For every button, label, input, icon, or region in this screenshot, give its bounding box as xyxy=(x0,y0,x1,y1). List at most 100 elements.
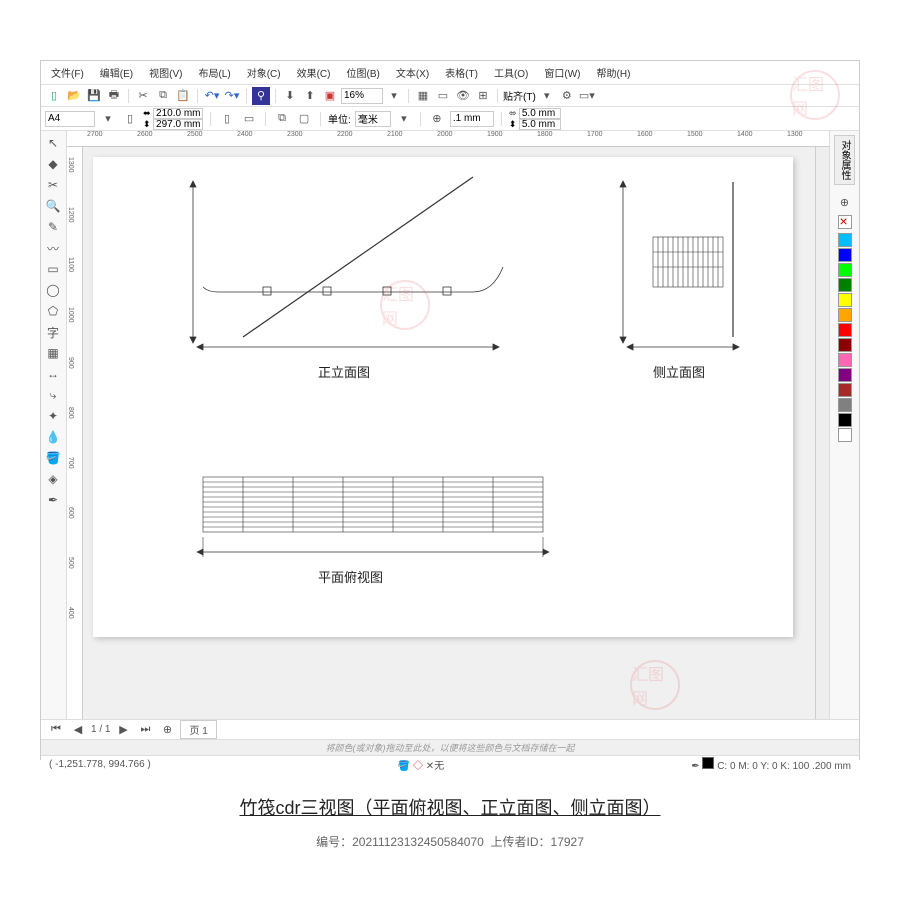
ruler-vertical[interactable]: 1300 1200 1100 1000 900 800 700 600 500 … xyxy=(67,147,83,719)
color-swatch[interactable] xyxy=(838,413,852,427)
portrait-icon[interactable]: ▯ xyxy=(121,110,139,128)
table-tool-icon[interactable]: ▦ xyxy=(43,343,63,363)
page-first-icon[interactable]: ⏮ xyxy=(47,721,65,739)
page-all-icon[interactable]: ⧉ xyxy=(273,110,291,128)
nudge-icon: ⊕ xyxy=(428,110,446,128)
page-next-icon[interactable]: ▶ xyxy=(114,721,132,739)
orient-portrait-icon[interactable]: ▯ xyxy=(218,110,236,128)
menu-layout[interactable]: 布局(L) xyxy=(194,63,234,82)
dimension-tool-icon[interactable]: ↔ xyxy=(43,364,63,384)
separator xyxy=(275,89,276,103)
color-swatch[interactable] xyxy=(838,368,852,382)
options-icon[interactable]: ⚙ xyxy=(558,87,576,105)
dupe-x-input[interactable] xyxy=(519,108,561,119)
page-last-icon[interactable]: ⏭ xyxy=(136,721,154,739)
dupe-y-input[interactable] xyxy=(519,119,561,130)
publish-icon[interactable]: ▣ xyxy=(321,87,339,105)
color-swatch[interactable] xyxy=(838,353,852,367)
side-view-label: 侧立面图 xyxy=(653,362,705,381)
ellipse-tool-icon[interactable]: ◯ xyxy=(43,280,63,300)
page-prev-icon[interactable]: ◀ xyxy=(69,721,87,739)
drawing-page[interactable]: 正立面图 侧立面图 平面俯视图 xyxy=(93,157,793,637)
nudge-input[interactable] xyxy=(450,111,494,127)
menu-effects[interactable]: 效果(C) xyxy=(293,63,335,82)
new-icon[interactable]: ▯ xyxy=(45,87,63,105)
outline-tool-icon[interactable]: ✒ xyxy=(43,490,63,510)
swatch-none[interactable]: × xyxy=(838,215,852,229)
menu-object[interactable]: 对象(C) xyxy=(243,63,285,82)
color-swatch[interactable] xyxy=(838,308,852,322)
dropdown-icon[interactable]: ▾ xyxy=(395,110,413,128)
dropdown-icon[interactable]: ▾ xyxy=(99,110,117,128)
grid-icon[interactable]: ⊞ xyxy=(474,87,492,105)
menu-tools[interactable]: 工具(O) xyxy=(490,63,532,82)
crop-tool-icon[interactable]: ✂ xyxy=(43,175,63,195)
menu-text[interactable]: 文本(X) xyxy=(392,63,433,82)
artistic-media-icon[interactable]: 〰 xyxy=(43,238,63,258)
color-swatch[interactable] xyxy=(838,338,852,352)
page-width-input[interactable] xyxy=(153,108,203,119)
eyedropper-tool-icon[interactable]: 💧 xyxy=(43,427,63,447)
canvas[interactable]: 正立面图 侧立面图 平面俯视图 xyxy=(83,147,815,719)
menu-table[interactable]: 表格(T) xyxy=(441,63,482,82)
front-view-label: 正立面图 xyxy=(318,362,370,381)
ruler-horizontal[interactable]: 2700 2600 2500 2400 2300 2200 2100 2000 … xyxy=(67,131,829,147)
page-add-icon[interactable]: ⊕ xyxy=(158,721,176,739)
effects-tool-icon[interactable]: ✦ xyxy=(43,406,63,426)
rectangle-tool-icon[interactable]: ▭ xyxy=(43,259,63,279)
orient-landscape-icon[interactable]: ▭ xyxy=(240,110,258,128)
color-swatch[interactable] xyxy=(838,278,852,292)
dropdown-icon[interactable]: ▾ xyxy=(385,87,403,105)
open-icon[interactable]: 📂 xyxy=(65,87,83,105)
units-select[interactable] xyxy=(355,111,391,127)
print-icon[interactable]: 🖶 xyxy=(105,87,123,105)
rulers-icon[interactable]: 👁 xyxy=(454,87,472,105)
page-height-input[interactable] xyxy=(153,119,203,130)
zoom-input[interactable] xyxy=(341,88,383,104)
color-swatch[interactable] xyxy=(838,293,852,307)
redo-icon[interactable]: ↷▾ xyxy=(223,87,241,105)
color-swatch[interactable] xyxy=(838,323,852,337)
page-current-icon[interactable]: ▢ xyxy=(295,110,313,128)
docker-tab[interactable]: 对象属性 xyxy=(834,135,855,185)
menu-help[interactable]: 帮助(H) xyxy=(593,63,635,82)
cut-icon[interactable]: ✂ xyxy=(134,87,152,105)
page-tab[interactable]: 页 1 xyxy=(180,720,216,739)
zoom-tool-icon[interactable]: 🔍 xyxy=(43,196,63,216)
search-icon[interactable]: ⚲ xyxy=(252,87,270,105)
snap-label[interactable]: 贴齐(T) xyxy=(503,88,536,103)
color-swatch[interactable] xyxy=(838,383,852,397)
menu-file[interactable]: 文件(F) xyxy=(47,63,88,82)
page-size-select[interactable] xyxy=(45,111,95,127)
color-swatch[interactable] xyxy=(838,398,852,412)
dropdown-icon[interactable]: ▾ xyxy=(538,87,556,105)
connector-tool-icon[interactable]: ⤷ xyxy=(43,385,63,405)
vertical-scrollbar[interactable] xyxy=(815,147,829,719)
color-swatch[interactable] xyxy=(838,428,852,442)
pick-tool-icon[interactable]: ↖ xyxy=(43,133,63,153)
paste-icon[interactable]: 📋 xyxy=(174,87,192,105)
top-view-label: 平面俯视图 xyxy=(318,567,383,586)
expand-icon[interactable]: ⊕ xyxy=(836,193,854,211)
preview-icon[interactable]: ▭ xyxy=(434,87,452,105)
freehand-tool-icon[interactable]: ✎ xyxy=(43,217,63,237)
launch-icon[interactable]: ▭▾ xyxy=(578,87,596,105)
menu-view[interactable]: 视图(V) xyxy=(145,63,186,82)
color-swatch[interactable] xyxy=(838,233,852,247)
save-icon[interactable]: 💾 xyxy=(85,87,103,105)
undo-icon[interactable]: ↶▾ xyxy=(203,87,221,105)
text-tool-icon[interactable]: 字 xyxy=(43,322,63,342)
fill-tool-icon[interactable]: 🪣 xyxy=(43,448,63,468)
menu-edit[interactable]: 编辑(E) xyxy=(96,63,137,82)
copy-icon[interactable]: ⧉ xyxy=(154,87,172,105)
polygon-tool-icon[interactable]: ⬠ xyxy=(43,301,63,321)
fullscreen-icon[interactable]: ▦ xyxy=(414,87,432,105)
export-icon[interactable]: ⬆ xyxy=(301,87,319,105)
color-swatch[interactable] xyxy=(838,263,852,277)
menu-window[interactable]: 窗口(W) xyxy=(540,63,584,82)
import-icon[interactable]: ⬇ xyxy=(281,87,299,105)
shape-tool-icon[interactable]: ◆ xyxy=(43,154,63,174)
interactive-fill-icon[interactable]: ◈ xyxy=(43,469,63,489)
color-swatch[interactable] xyxy=(838,248,852,262)
menu-bitmap[interactable]: 位图(B) xyxy=(342,63,383,82)
